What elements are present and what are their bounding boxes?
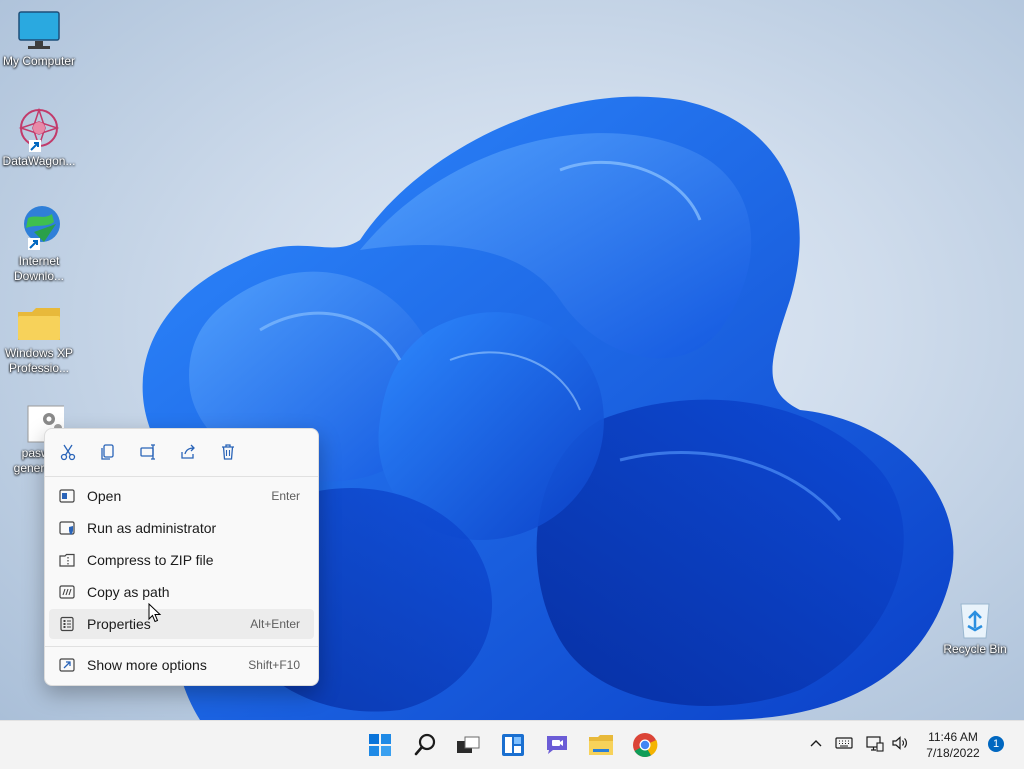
cut-button[interactable] (57, 441, 79, 463)
menu-item-shortcut: Shift+F10 (248, 658, 300, 672)
clock-date: 7/18/2022 (926, 746, 980, 760)
desktop-icon-windows-xp-folder[interactable]: Windows XP Professio... (0, 304, 78, 376)
menu-item-compress-to-zip[interactable]: Compress to ZIP file (49, 545, 314, 575)
start-button[interactable] (366, 731, 394, 759)
menu-item-copy-as-path[interactable]: Copy as path (49, 577, 314, 607)
share-icon (181, 444, 195, 459)
task-view-button[interactable] (454, 731, 482, 759)
menu-separator (45, 476, 318, 477)
menu-separator (45, 646, 318, 647)
context-menu-toolbar (45, 429, 318, 475)
desktop-icon-internet-download-manager[interactable]: Internet Downlo... (0, 202, 78, 284)
search-icon (414, 733, 436, 756)
desktop-icon-my-computer[interactable]: My Computer (0, 10, 78, 69)
icon-label: DataWagon... (2, 154, 76, 168)
menu-item-properties[interactable]: Properties Alt+Enter (49, 609, 314, 639)
desktop-icon-datawagon[interactable]: DataWagon... (0, 106, 78, 169)
trash-icon (222, 444, 234, 460)
rename-button[interactable] (137, 441, 159, 463)
clock-time: 11:46 AM (928, 730, 978, 744)
open-window-icon (59, 489, 75, 503)
file-explorer-button[interactable] (587, 731, 615, 759)
chat-button[interactable] (543, 731, 571, 759)
menu-item-shortcut: Alt+Enter (250, 617, 300, 631)
menu-item-run-as-administrator[interactable]: Run as administrator (49, 513, 314, 543)
widgets-button[interactable] (499, 731, 527, 759)
internet-download-manager-icon (24, 206, 60, 250)
folder-icon (18, 308, 60, 340)
datawagon-icon (18, 107, 60, 152)
menu-item-shortcut: Enter (271, 489, 300, 503)
volume-icon[interactable] (891, 735, 909, 751)
search-button[interactable] (411, 731, 439, 759)
system-clock[interactable]: 11:46 AM 7/18/2022 (918, 729, 988, 761)
scissors-icon (60, 444, 76, 461)
start-icon (369, 734, 391, 756)
copy-icon (101, 444, 114, 460)
shield-icon (59, 521, 75, 535)
menu-item-label: Copy as path (87, 584, 170, 600)
rename-icon (140, 444, 155, 460)
menu-item-label: Run as administrator (87, 520, 217, 536)
more-options-icon (59, 658, 75, 672)
desktop-icon-recycle-bin[interactable]: Recycle Bin (936, 598, 1014, 657)
monitor-icon (18, 11, 60, 49)
menu-item-open[interactable]: Open Enter (49, 481, 314, 511)
task-view-icon (457, 736, 480, 753)
copy-button[interactable] (97, 441, 119, 463)
path-icon (59, 585, 75, 599)
chrome-icon (633, 733, 658, 758)
chrome-button[interactable] (631, 731, 659, 759)
menu-item-label: Properties (87, 616, 151, 632)
icon-label: Recycle Bin (943, 642, 1007, 656)
icon-label-line1: Windows XP (4, 346, 74, 360)
keyboard-icon[interactable] (835, 735, 853, 751)
menu-item-show-more-options[interactable]: Show more options Shift+F10 (49, 650, 314, 680)
icon-label: My Computer (2, 54, 76, 68)
context-menu: Open Enter Run as administrator Compress… (44, 428, 319, 686)
widgets-icon (502, 734, 524, 756)
network-icon[interactable] (866, 735, 884, 753)
share-button[interactable] (177, 441, 199, 463)
delete-button[interactable] (217, 441, 239, 463)
icon-label-line1: Internet (18, 254, 60, 268)
chevron-up-icon[interactable] (808, 735, 824, 751)
icon-label-line2: Downlo... (13, 269, 65, 283)
taskbar: 11:46 AM 7/18/2022 (0, 720, 1024, 769)
menu-item-label: Show more options (87, 657, 207, 673)
chat-icon (547, 736, 567, 754)
zip-folder-icon (59, 553, 75, 567)
icon-label-line2: Professio... (8, 361, 70, 375)
recycle-bin-icon (960, 603, 990, 639)
menu-item-label: Open (87, 488, 122, 504)
notification-badge[interactable]: 1 (988, 736, 1004, 752)
mouse-cursor-icon (148, 603, 162, 623)
properties-icon (60, 616, 74, 632)
menu-item-label: Compress to ZIP file (87, 552, 214, 568)
file-explorer-icon (589, 735, 613, 755)
